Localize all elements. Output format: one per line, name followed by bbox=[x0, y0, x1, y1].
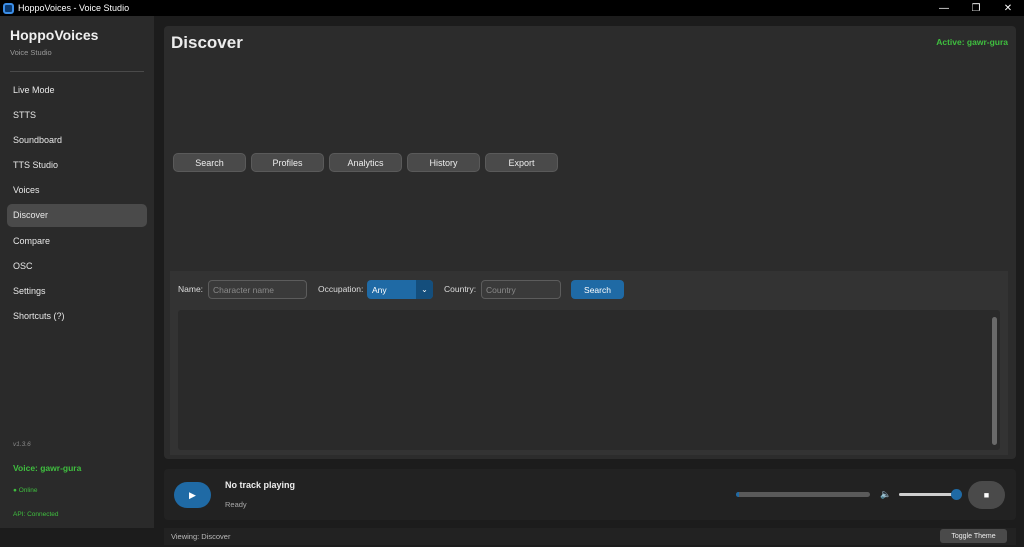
track-status: Ready bbox=[225, 500, 247, 509]
volume-fill bbox=[899, 493, 956, 496]
window-controls: — ❐ ✕ bbox=[928, 0, 1024, 16]
search-panel: Name: Occupation: Any ⌄ Country: Search bbox=[170, 271, 1008, 455]
volume-icon[interactable]: 🔈 bbox=[880, 489, 891, 500]
search-button[interactable]: Search bbox=[571, 280, 624, 299]
sidebar-divider bbox=[10, 71, 144, 72]
tab-bar: Search Profiles Analytics History Export bbox=[173, 153, 563, 172]
progress-fill bbox=[736, 492, 739, 497]
name-label: Name: bbox=[178, 284, 204, 294]
sidebar-item-voices[interactable]: Voices bbox=[7, 179, 147, 202]
toggle-theme-button[interactable]: Toggle Theme bbox=[940, 529, 1007, 543]
version-label: v1.3.6 bbox=[13, 441, 31, 448]
occupation-label: Occupation: bbox=[318, 284, 364, 294]
play-icon: ▶ bbox=[189, 489, 196, 500]
viewing-label: Viewing: Discover bbox=[171, 532, 231, 541]
results-list[interactable] bbox=[178, 310, 1000, 450]
country-input[interactable] bbox=[481, 280, 561, 299]
api-status: API: Connected bbox=[13, 511, 59, 518]
occupation-select[interactable]: Any ⌄ bbox=[367, 280, 433, 299]
sidebar-item-stts[interactable]: STTS bbox=[7, 103, 147, 126]
brand-title: HoppoVoices bbox=[10, 27, 99, 43]
sidebar-item-shortcuts[interactable]: Shortcuts (?) bbox=[7, 305, 147, 328]
active-voice-label: Active: gawr-gura bbox=[936, 37, 1008, 47]
window-title: HoppoVoices - Voice Studio bbox=[18, 3, 130, 13]
brand-subtitle: Voice Studio bbox=[10, 48, 52, 57]
sidebar-item-discover[interactable]: Discover bbox=[7, 203, 147, 227]
progress-bar[interactable] bbox=[736, 492, 870, 497]
sidebar-item-soundboard[interactable]: Soundboard bbox=[7, 128, 147, 151]
main-panel: Discover Active: gawr-gura Search Profil… bbox=[164, 26, 1016, 459]
volume-slider[interactable] bbox=[899, 489, 962, 500]
status-bar: Viewing: Discover Toggle Theme bbox=[164, 528, 1016, 545]
sidebar-item-live-mode[interactable]: Live Mode bbox=[7, 78, 147, 101]
occupation-value: Any bbox=[372, 284, 387, 295]
sidebar-item-tts-studio[interactable]: TTS Studio bbox=[7, 154, 147, 177]
close-icon[interactable]: ✕ bbox=[992, 0, 1024, 16]
stop-icon: ■ bbox=[983, 490, 990, 500]
track-title: No track playing bbox=[225, 480, 296, 490]
name-input[interactable] bbox=[208, 280, 307, 299]
online-status: ● Online bbox=[13, 487, 38, 494]
chevron-down-icon: ⌄ bbox=[416, 280, 433, 299]
app-icon bbox=[3, 2, 14, 14]
sidebar-nav: Live Mode STTS Soundboard TTS Studio Voi… bbox=[7, 78, 147, 330]
sidebar: HoppoVoices Voice Studio Live Mode STTS … bbox=[0, 16, 154, 528]
stop-button[interactable]: ■ bbox=[968, 481, 1005, 509]
tab-analytics[interactable]: Analytics bbox=[329, 153, 402, 172]
minimize-icon[interactable]: — bbox=[928, 0, 960, 16]
tab-export[interactable]: Export bbox=[485, 153, 558, 172]
tab-search[interactable]: Search bbox=[173, 153, 246, 172]
country-label: Country: bbox=[444, 284, 477, 294]
page-title: Discover bbox=[171, 33, 243, 52]
sidebar-item-compare[interactable]: Compare bbox=[7, 229, 147, 252]
sidebar-item-osc[interactable]: OSC bbox=[7, 254, 147, 277]
volume-knob[interactable] bbox=[950, 489, 962, 500]
sidebar-item-settings[interactable]: Settings bbox=[7, 280, 147, 303]
restore-icon[interactable]: ❐ bbox=[960, 0, 992, 16]
tab-profiles[interactable]: Profiles bbox=[251, 153, 324, 172]
tab-history[interactable]: History bbox=[407, 153, 480, 172]
player-bar: ▶ No track playing Ready 🔈 ■ bbox=[164, 469, 1016, 520]
results-scrollbar[interactable] bbox=[992, 317, 997, 445]
voice-status: Voice: gawr-gura bbox=[13, 463, 82, 473]
play-button[interactable]: ▶ bbox=[174, 482, 211, 508]
window-titlebar: HoppoVoices - Voice Studio — ❐ ✕ bbox=[0, 0, 1024, 16]
